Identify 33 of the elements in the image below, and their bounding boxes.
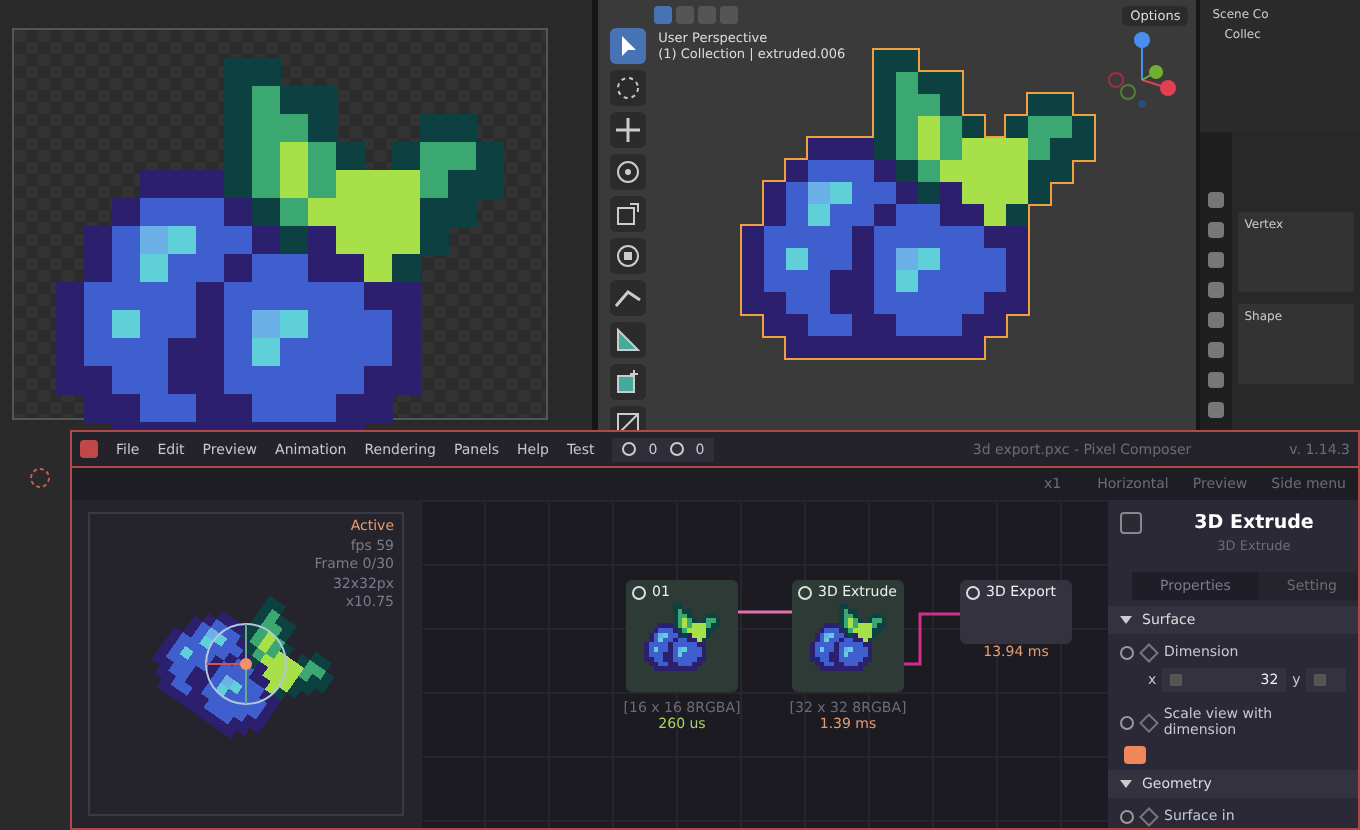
axis-gizmo-icon[interactable] (1108, 28, 1177, 108)
info-icon (622, 442, 637, 456)
node-type-icon (966, 585, 980, 599)
node-link (738, 608, 792, 616)
link-icon[interactable] (1139, 806, 1159, 826)
tool-icon[interactable] (610, 238, 647, 274)
tool-icon[interactable] (610, 112, 647, 148)
tool-icon[interactable] (610, 28, 647, 64)
expanded-caret-icon (1120, 614, 1132, 626)
rotation-gizmo-icon[interactable] (202, 620, 290, 708)
tool-icon[interactable] (610, 154, 647, 190)
tool-icon[interactable] (610, 364, 647, 400)
3d-cursor-icon (28, 466, 52, 490)
app-logo-icon (80, 440, 98, 458)
radio-icon[interactable] (1120, 715, 1134, 729)
inspector-title: 3D Extrude (1192, 512, 1316, 534)
node-type-icon (798, 585, 812, 599)
node-type-icon (632, 585, 646, 599)
error-icon (669, 442, 684, 456)
color-swatch[interactable] (1124, 746, 1146, 764)
number-field[interactable] (1306, 668, 1347, 692)
node-link (904, 612, 960, 666)
link-icon[interactable] (1138, 712, 1159, 732)
radio-icon[interactable] (1120, 809, 1134, 823)
tool-icon[interactable] (610, 280, 647, 316)
expanded-caret-icon (1120, 778, 1132, 790)
tool-icon[interactable] (610, 196, 647, 232)
radio-icon[interactable] (1120, 645, 1134, 659)
tool-icon[interactable] (610, 70, 647, 106)
tool-icon[interactable] (610, 322, 647, 358)
link-icon[interactable] (1139, 642, 1159, 662)
node-preview-thumbnail (643, 604, 721, 672)
node-preview-thumbnail (809, 604, 887, 672)
